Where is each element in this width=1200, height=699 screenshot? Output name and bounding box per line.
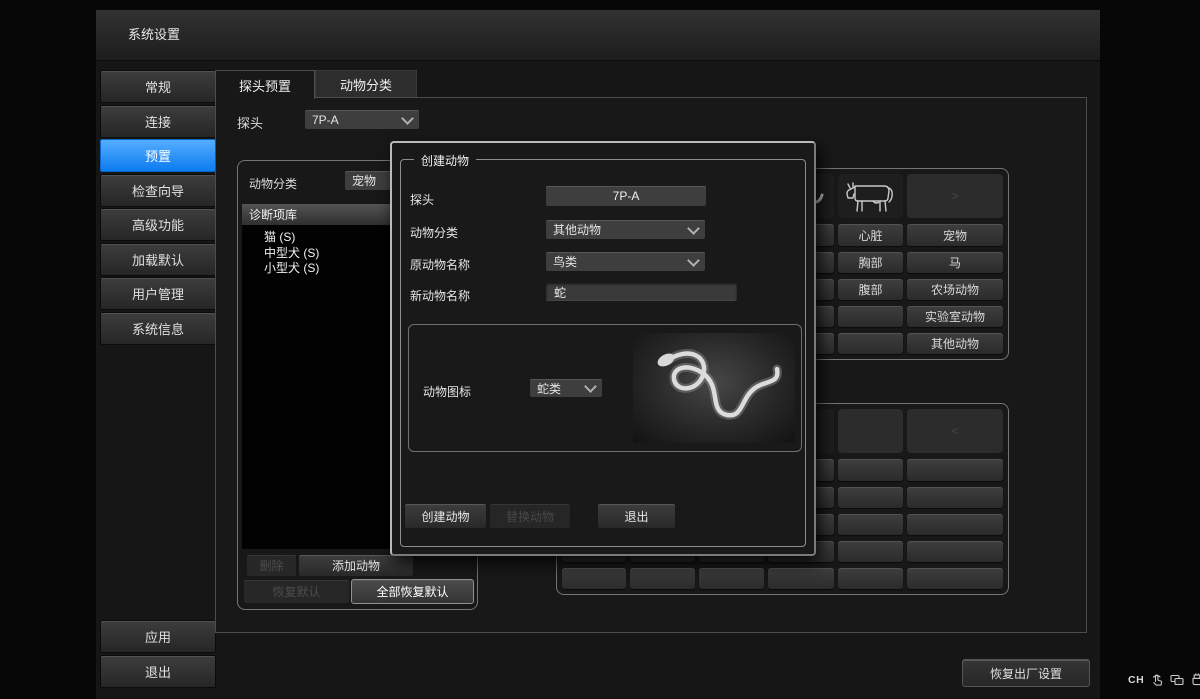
preset-grid-button[interactable] (838, 487, 903, 508)
animal-icon-slot[interactable]: > (907, 174, 1003, 218)
new-animal-name-input[interactable] (546, 283, 737, 301)
sidebar-item-preset[interactable]: 预置 (100, 139, 216, 172)
animal-icon-select-value: 蛇类 (537, 380, 580, 397)
dialog-probe-label: 探头 (410, 191, 434, 208)
delete-button[interactable]: 删除 (246, 554, 297, 577)
category-button-lab[interactable]: 实验室动物 (907, 306, 1003, 327)
dialog-exit-button[interactable]: 退出 (597, 503, 676, 529)
dialog-source-select[interactable]: 鸟类 (546, 252, 705, 271)
preset-grid-button[interactable] (907, 459, 1003, 481)
dialog-legend: 创建动物 (414, 152, 476, 169)
title-bar: 系统设置 (96, 10, 1100, 61)
preset-grid-button[interactable] (768, 568, 834, 589)
create-animal-button[interactable]: 创建动物 (404, 503, 487, 529)
preset-grid-button[interactable] (562, 568, 626, 589)
preset-grid-button[interactable] (838, 541, 903, 562)
cow-icon[interactable] (838, 174, 903, 218)
preset-grid-button[interactable] (907, 514, 1003, 535)
preset-grid-button[interactable] (630, 568, 695, 589)
dialog-source-label: 原动物名称 (410, 256, 470, 273)
system-tray: CH (1128, 671, 1200, 689)
probe-label: 探头 (237, 113, 263, 132)
chevron-down-icon (687, 254, 700, 267)
preset-grid-button[interactable] (907, 487, 1003, 508)
dialog-new-name-label: 新动物名称 (410, 287, 470, 304)
chevron-down-icon (687, 222, 700, 235)
anatomy-button-chest[interactable]: 胸部 (838, 252, 903, 273)
tab-animal-class[interactable]: 动物分类 (315, 70, 417, 99)
prev-marker: < (951, 424, 958, 438)
create-animal-dialog: 创建动物 探头 7P-A 动物分类 其他动物 原动物名称 鸟类 新动物名称 动物… (390, 141, 816, 556)
touch-icon[interactable] (1150, 673, 1164, 687)
dialog-class-label: 动物分类 (410, 224, 458, 241)
chevron-down-icon (584, 380, 597, 393)
sidebar-item-load-default[interactable]: 加载默认 (100, 243, 216, 276)
category-button-pet[interactable]: 宠物 (907, 224, 1003, 246)
tab-probe-preset[interactable]: 探头预置 (215, 70, 315, 99)
dialog-class-select[interactable]: 其他动物 (546, 220, 705, 239)
sidebar-item-connect[interactable]: 连接 (100, 105, 216, 138)
apply-button[interactable]: 应用 (100, 620, 216, 653)
restore-all-default-button[interactable]: 全部恢复默认 (351, 579, 474, 604)
usb-icon[interactable] (1190, 673, 1200, 687)
replace-animal-button[interactable]: 替换动物 (489, 503, 571, 529)
animal-icon-select[interactable]: 蛇类 (530, 379, 602, 397)
window-title: 系统设置 (128, 10, 180, 60)
category-button-other[interactable]: 其他动物 (907, 333, 1003, 354)
animal-icon-slot[interactable] (838, 409, 903, 453)
sidebar-item-exam-wizard[interactable]: 检查向导 (100, 174, 216, 207)
add-animal-button[interactable]: 添加动物 (298, 554, 414, 577)
dialog-source-select-value: 鸟类 (553, 253, 683, 270)
next-marker: > (951, 189, 958, 203)
exit-button[interactable]: 退出 (100, 655, 216, 688)
preset-grid-button[interactable] (838, 514, 903, 535)
probe-select-value: 7P-A (312, 113, 397, 127)
probe-select[interactable]: 7P-A (305, 110, 419, 129)
category-button-farm[interactable]: 农场动物 (907, 279, 1003, 300)
dialog-probe-value: 7P-A (546, 186, 706, 206)
chevron-down-icon (401, 112, 414, 125)
category-button-horse[interactable]: 马 (907, 252, 1003, 273)
factory-reset-button[interactable]: 恢复出厂设置 (962, 659, 1090, 687)
preset-grid-button[interactable] (699, 568, 764, 589)
preset-grid-button[interactable] (907, 541, 1003, 562)
restore-default-button[interactable]: 恢复默认 (243, 579, 350, 604)
anatomy-button-heart[interactable]: 心脏 (838, 224, 903, 246)
animal-class-label: 动物分类 (249, 175, 297, 192)
snake-preview-image (633, 333, 795, 443)
anatomy-button-abdomen[interactable]: 腹部 (838, 279, 903, 300)
dialog-class-select-value: 其他动物 (553, 221, 683, 238)
dual-screen-icon[interactable] (1170, 673, 1184, 687)
preset-grid-button[interactable] (838, 568, 903, 589)
animal-icon-label: 动物图标 (423, 383, 471, 400)
language-indicator[interactable]: CH (1128, 674, 1144, 686)
preset-grid-button[interactable] (838, 459, 903, 481)
animal-icon-box: 动物图标 蛇类 (408, 324, 802, 452)
preset-grid-button[interactable] (907, 568, 1003, 589)
screen: 系统设置 常规 连接 预置 检查向导 高级功能 加载默认 用户管理 系统信息 应… (0, 0, 1200, 699)
animal-icon-slot[interactable]: < (907, 409, 1003, 453)
sidebar-item-user-management[interactable]: 用户管理 (100, 277, 216, 310)
preset-grid-button[interactable] (838, 333, 903, 354)
sidebar-item-system-info[interactable]: 系统信息 (100, 312, 216, 345)
preset-grid-button[interactable] (838, 306, 903, 327)
sidebar-item-advanced[interactable]: 高级功能 (100, 208, 216, 241)
sidebar-item-general[interactable]: 常规 (100, 70, 216, 103)
